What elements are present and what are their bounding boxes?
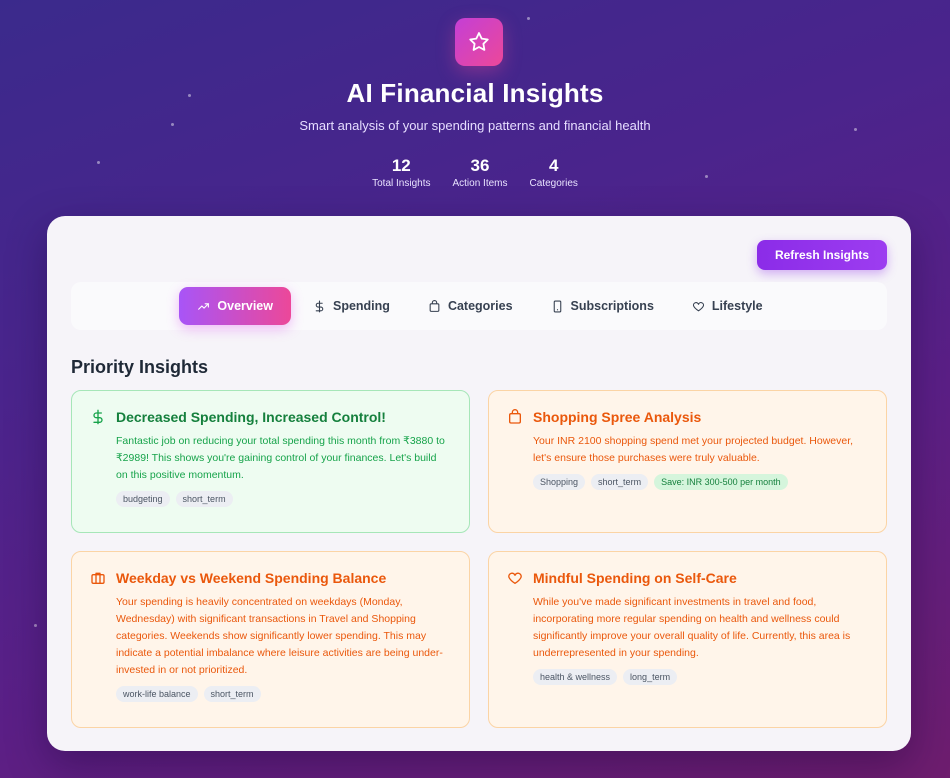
briefcase-icon [91, 572, 105, 584]
stat-value: 36 [470, 156, 490, 175]
tag: short_term [175, 491, 233, 507]
shopping-bag-icon [429, 299, 440, 312]
tab-label: Subscriptions [570, 299, 654, 313]
trend-up-icon [198, 302, 210, 310]
page-title: AI Financial Insights [346, 78, 604, 108]
tab-overview[interactable]: Overview [179, 287, 291, 325]
heart-icon [508, 572, 522, 584]
insight-text: While you've made significant investment… [533, 596, 851, 659]
tab-lifestyle[interactable]: Lifestyle [676, 287, 779, 325]
section-title: Priority Insights [71, 357, 209, 377]
dollar-icon [93, 409, 103, 425]
tab-subscriptions[interactable]: Subscriptions [535, 287, 670, 325]
insight-text: Fantastic job on reducing your total spe… [116, 435, 445, 481]
stat-categories: 4 Categories [530, 156, 578, 189]
tab-label: Categories [447, 299, 513, 313]
shopping-bag-icon [509, 409, 521, 424]
tag: short_term [591, 474, 649, 490]
tag-list: health & wellness long_term [533, 669, 866, 685]
insight-text: Your INR 2100 shopping spend met your pr… [533, 435, 854, 464]
insights-panel: Refresh Insights Overview Spending Categ… [47, 216, 911, 751]
tag: work-life balance [116, 686, 198, 702]
tab-categories[interactable]: Categories [412, 287, 529, 325]
tab-spending[interactable]: Spending [297, 287, 406, 325]
insight-title: Weekday vs Weekend Spending Balance [116, 570, 387, 586]
refresh-insights-button[interactable]: Refresh Insights [756, 240, 887, 270]
stat-label: Total Insights [372, 178, 431, 189]
insight-card: Decreased Spending, Increased Control! F… [71, 390, 470, 533]
insight-card: Shopping Spree Analysis Your INR 2100 sh… [488, 390, 887, 533]
tag: short_term [203, 686, 261, 702]
stat-value: 12 [391, 156, 411, 175]
phone-icon [553, 300, 561, 312]
tag: Shopping [533, 474, 586, 490]
dollar-icon [315, 300, 324, 312]
tag-list: budgeting short_term [116, 491, 449, 507]
stat-label: Action Items [452, 178, 508, 189]
tag-list: work-life balance short_term [116, 686, 449, 702]
tab-bar: Overview Spending Categories Subscriptio… [71, 282, 887, 330]
stats-row: 12 Total Insights 36 Action Items 4 Cate… [0, 156, 950, 189]
tag: budgeting [116, 491, 170, 507]
stat-action-items: 36 Action Items [452, 156, 507, 189]
heart-icon [692, 301, 704, 311]
insight-text: Your spending is heavily concentrated on… [116, 596, 443, 676]
insight-card: Mindful Spending on Self-Care While you'… [488, 551, 887, 728]
tab-label: Overview [217, 299, 273, 313]
insight-title: Shopping Spree Analysis [533, 409, 702, 425]
stat-total-insights: 12 Total Insights [372, 156, 430, 189]
stat-value: 4 [548, 156, 559, 175]
tab-label: Lifestyle [711, 299, 763, 313]
star-icon [455, 18, 503, 66]
background-star [527, 17, 530, 20]
insight-title: Decreased Spending, Increased Control! [116, 409, 386, 425]
background-star [34, 624, 37, 627]
tag-list: Shopping short_term Save: INR 300-500 pe… [533, 474, 866, 490]
tag: long_term [623, 669, 678, 685]
stat-label: Categories [529, 178, 578, 189]
insight-title: Mindful Spending on Self-Care [533, 570, 737, 586]
tag: health & wellness [533, 669, 618, 685]
savings-badge: Save: INR 300-500 per month [654, 474, 788, 490]
insight-card: Weekday vs Weekend Spending Balance Your… [71, 551, 470, 728]
page-subtitle: Smart analysis of your spending patterns… [299, 118, 651, 133]
tab-label: Spending [332, 299, 390, 313]
